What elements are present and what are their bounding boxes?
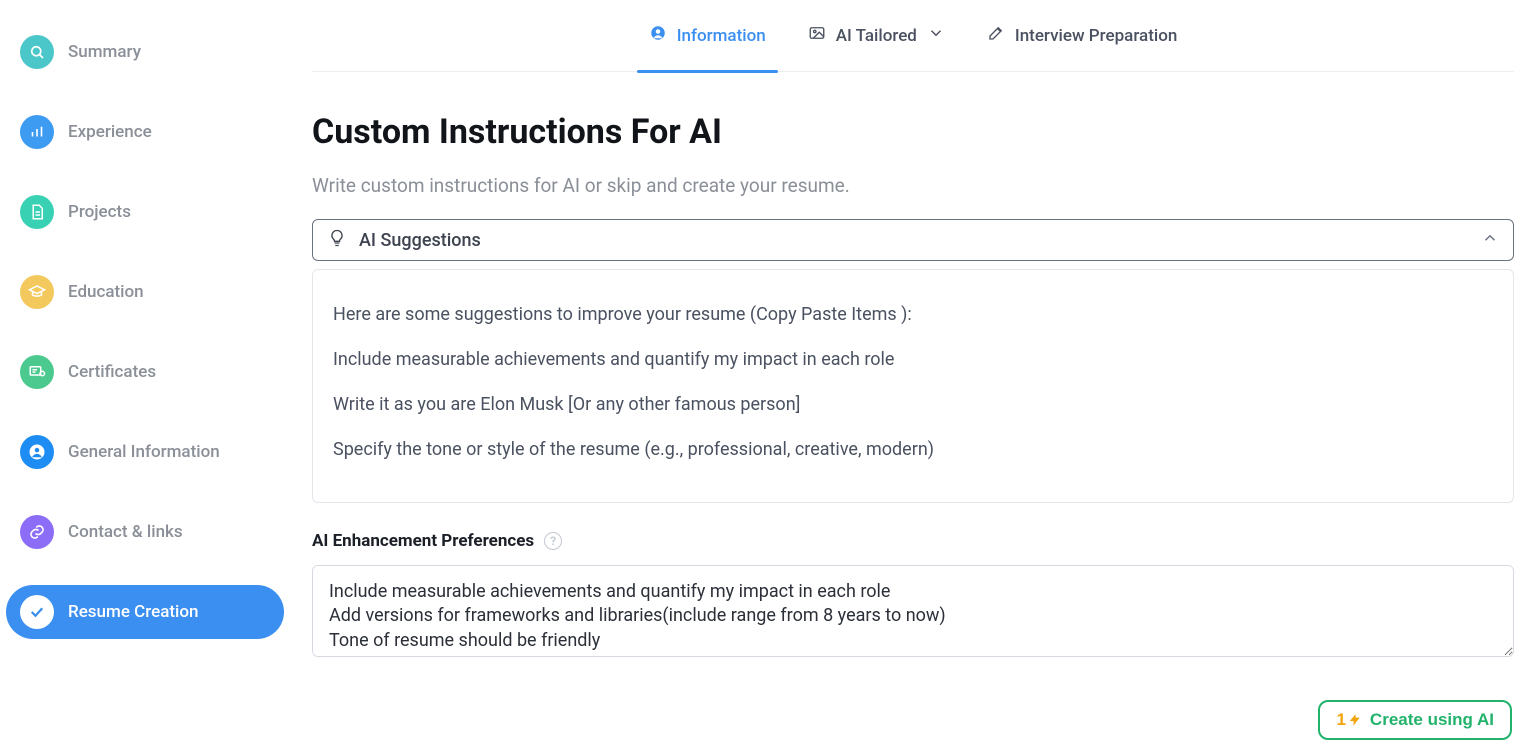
sidebar-item-certificates[interactable]: Certificates [6, 345, 284, 399]
pref-label-row: AI Enhancement Preferences ? [312, 531, 1514, 551]
tab-label: Information [677, 26, 766, 46]
suggestion-item[interactable]: Specify the tone or style of the resume … [333, 427, 1493, 472]
page-title: Custom Instructions For AI [312, 112, 1514, 152]
sidebar-item-label: Education [68, 282, 144, 302]
tabs: Information AI Tailored Interview Preparat… [312, 0, 1514, 72]
sidebar-item-label: Resume Creation [68, 602, 198, 622]
person-icon [20, 435, 54, 469]
content: Custom Instructions For AI Write custom … [312, 72, 1514, 661]
sidebar: Summary Experience Projects Education Certif… [0, 0, 290, 755]
create-using-ai-button[interactable]: 1 Create using AI [1318, 700, 1512, 740]
doc-icon [20, 195, 54, 229]
bars-icon [20, 115, 54, 149]
edit-icon [987, 24, 1005, 47]
chevron-down-icon [927, 24, 945, 47]
ai-suggestions-accordion[interactable]: AI Suggestions [312, 219, 1514, 261]
tab-label: AI Tailored [836, 26, 917, 46]
credits-count: 1 [1336, 710, 1345, 730]
check-icon [20, 595, 54, 629]
sidebar-item-label: Experience [68, 122, 152, 142]
suggestion-intro: Here are some suggestions to improve you… [333, 292, 1493, 337]
accordion-header[interactable]: AI Suggestions [313, 220, 1513, 260]
create-button-label: Create using AI [1370, 710, 1494, 730]
sidebar-item-experience[interactable]: Experience [6, 105, 284, 159]
sidebar-item-contact-links[interactable]: Contact & links [6, 505, 284, 559]
cert-icon [20, 355, 54, 389]
tab-ai-tailored[interactable]: AI Tailored [808, 0, 945, 72]
sidebar-item-resume-creation[interactable]: Resume Creation [6, 585, 284, 639]
sidebar-item-label: Summary [68, 42, 141, 62]
link-icon [20, 515, 54, 549]
credits-badge: 1 [1336, 710, 1361, 730]
search-icon [20, 35, 54, 69]
grad-icon [20, 275, 54, 309]
tab-information[interactable]: Information [649, 0, 766, 72]
page-subtitle: Write custom instructions for AI or skip… [312, 174, 1514, 197]
sidebar-item-general-information[interactable]: General Information [6, 425, 284, 479]
help-icon[interactable]: ? [544, 532, 562, 550]
sidebar-item-label: Certificates [68, 362, 156, 382]
main: Information AI Tailored Interview Preparat… [290, 0, 1536, 755]
sidebar-item-education[interactable]: Education [6, 265, 284, 319]
sidebar-item-label: Contact & links [68, 522, 183, 542]
pref-textarea[interactable] [312, 565, 1514, 657]
suggestion-box: Here are some suggestions to improve you… [312, 269, 1514, 503]
lightbulb-icon [327, 228, 347, 252]
suggestion-item[interactable]: Write it as you are Elon Musk [Or any ot… [333, 382, 1493, 427]
sidebar-item-label: General Information [68, 442, 220, 462]
pref-label: AI Enhancement Preferences [312, 531, 534, 551]
sidebar-item-projects[interactable]: Projects [6, 185, 284, 239]
tab-label: Interview Preparation [1015, 26, 1177, 46]
tab-interview-preparation[interactable]: Interview Preparation [987, 0, 1177, 72]
suggestion-item[interactable]: Include measurable achievements and quan… [333, 337, 1493, 382]
chevron-up-icon [1481, 229, 1499, 251]
user-circle-icon [649, 24, 667, 47]
sidebar-item-label: Projects [68, 202, 131, 222]
image-icon [808, 24, 826, 47]
sidebar-item-summary[interactable]: Summary [6, 25, 284, 79]
accordion-title: AI Suggestions [359, 230, 481, 251]
